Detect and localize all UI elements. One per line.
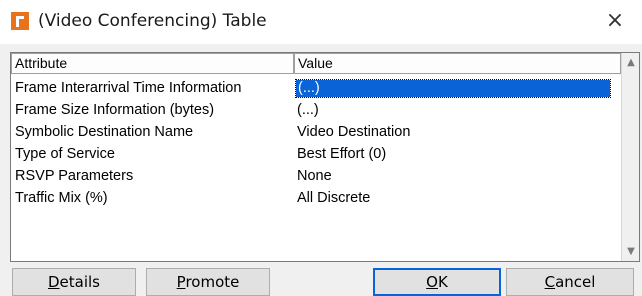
value-cell[interactable]: None [297, 165, 617, 187]
value-cell-selected[interactable]: (...) [295, 79, 611, 98]
value-cell[interactable]: (...) [297, 99, 617, 121]
attribute-cell[interactable]: Frame Size Information (bytes) [15, 99, 293, 121]
attribute-cell[interactable]: Frame Interarrival Time Information [15, 77, 293, 99]
title-bar: (Video Conferencing) Table × [0, 0, 642, 44]
scroll-down-icon[interactable]: ▼ [623, 243, 639, 260]
vertical-scrollbar[interactable]: ▲ ▼ [621, 53, 639, 261]
attribute-cell[interactable]: Traffic Mix (%) [15, 187, 293, 209]
attribute-cell[interactable]: Type of Service [15, 143, 293, 165]
value-cell[interactable]: Best Effort (0) [297, 143, 617, 165]
table-row[interactable]: Symbolic Destination Name Video Destinat… [11, 121, 621, 143]
scroll-up-icon[interactable]: ▲ [623, 54, 639, 71]
table-header: Attribute Value [11, 53, 621, 75]
attribute-table: Attribute Value Frame Interarrival Time … [10, 52, 640, 262]
column-header-attribute[interactable]: Attribute [11, 53, 294, 74]
cancel-button[interactable]: Cancel [506, 268, 634, 296]
value-cell[interactable]: All Discrete [297, 187, 617, 209]
app-logo-icon [11, 12, 29, 30]
dialog-window: (Video Conferencing) Table × Attribute V… [0, 0, 642, 296]
table-row[interactable]: Traffic Mix (%) All Discrete [11, 187, 621, 209]
value-cell[interactable]: Video Destination [297, 121, 617, 143]
details-button[interactable]: Details [12, 268, 136, 296]
attribute-cell[interactable]: Symbolic Destination Name [15, 121, 293, 143]
table-row[interactable]: RSVP Parameters None [11, 165, 621, 187]
table-row[interactable]: Frame Interarrival Time Information (...… [11, 77, 621, 99]
attribute-cell[interactable]: RSVP Parameters [15, 165, 293, 187]
promote-button[interactable]: Promote [146, 268, 270, 296]
window-title: (Video Conferencing) Table [38, 11, 267, 31]
close-button[interactable]: × [598, 6, 632, 36]
column-header-value[interactable]: Value [294, 53, 621, 74]
table-row[interactable]: Type of Service Best Effort (0) [11, 143, 621, 165]
ok-button[interactable]: OK [373, 268, 501, 296]
table-row[interactable]: Frame Size Information (bytes) (...) [11, 99, 621, 121]
